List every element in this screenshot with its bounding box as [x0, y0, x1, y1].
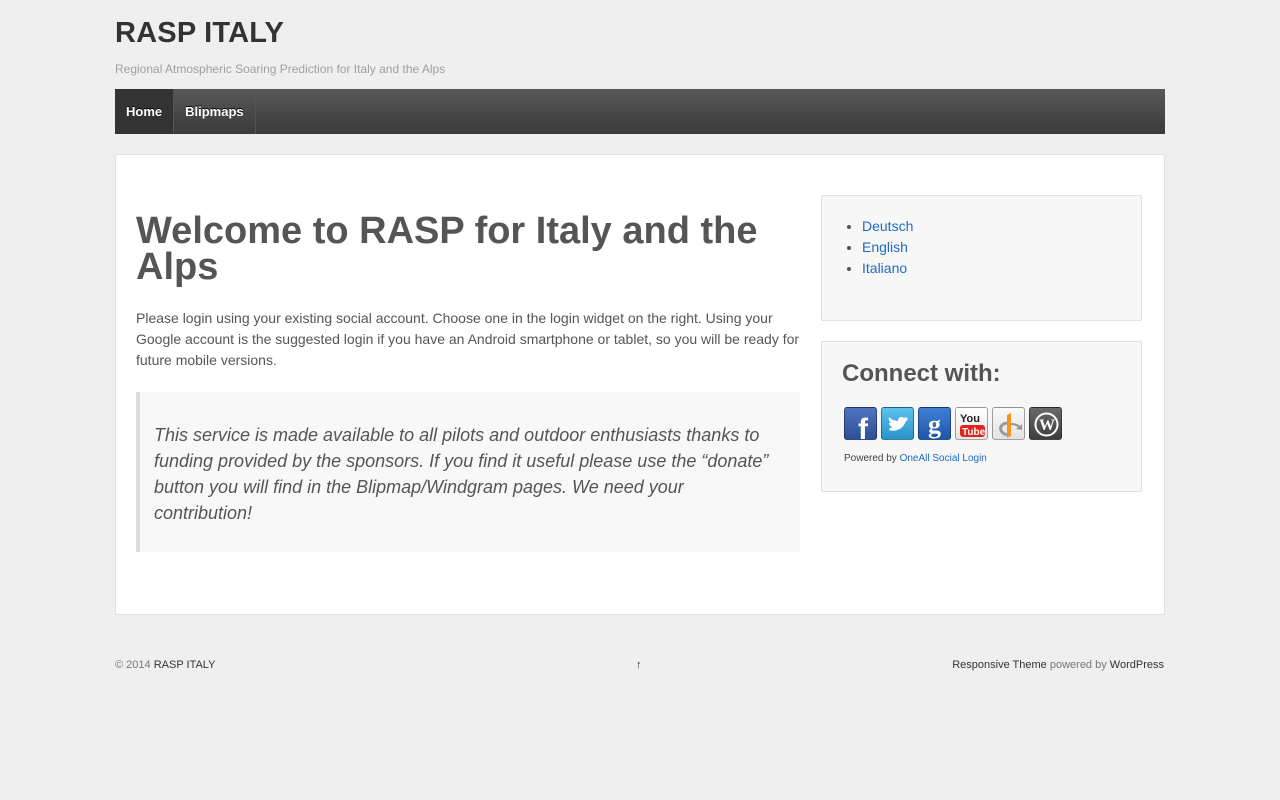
svg-text:f: f — [858, 413, 869, 440]
language-item: Italiano — [862, 258, 1141, 279]
openid-icon[interactable] — [992, 407, 1025, 440]
nav-item-blipmaps[interactable]: Blipmaps — [174, 89, 256, 134]
svg-text:Tube: Tube — [962, 427, 986, 438]
footer-credits: Responsive Theme powered by WordPress — [952, 659, 1164, 671]
powered-by-label: powered by — [1049, 659, 1107, 671]
footer-copyright: © 2014 RASP ITALY — [115, 659, 215, 671]
site-title[interactable]: RASP ITALY — [115, 17, 284, 50]
main-nav: Home Blipmaps — [115, 89, 1165, 134]
powered-prefix: Powered by — [844, 453, 897, 464]
nav-item-home[interactable]: Home — [115, 89, 175, 134]
language-link-deutsch[interactable]: Deutsch — [862, 218, 913, 234]
footer-site-link[interactable]: RASP ITALY — [154, 659, 216, 671]
powered-by-text: Powered by OneAll Social Login — [844, 453, 987, 464]
intro-text: Please login using your existing social … — [136, 310, 800, 368]
facebook-icon[interactable]: f — [844, 407, 877, 440]
page-title: Welcome to RASP for Italy and the Alps — [136, 210, 758, 288]
svg-text:g: g — [928, 410, 941, 439]
language-list: Deutsch English Italiano — [822, 216, 1141, 279]
language-widget: Deutsch English Italiano — [821, 195, 1142, 321]
site-description: Regional Atmospheric Soaring Prediction … — [115, 62, 446, 76]
back-to-top-link[interactable]: ↑ — [636, 659, 642, 671]
sponsor-quote: This service is made available to all pi… — [136, 392, 800, 552]
youtube-icon[interactable]: You Tube — [955, 407, 988, 440]
social-login-heading: Connect with: — [842, 360, 1001, 387]
language-link-italiano[interactable]: Italiano — [862, 260, 907, 276]
wordpress-icon[interactable]: W — [1029, 407, 1062, 440]
social-icons: f g You Tube W — [844, 407, 1062, 440]
copyright-text: © 2014 — [115, 659, 151, 671]
theme-link[interactable]: Responsive Theme — [952, 659, 1047, 671]
oneall-link[interactable]: OneAll Social Login — [900, 453, 987, 464]
language-link-english[interactable]: English — [862, 239, 908, 255]
google-icon[interactable]: g — [918, 407, 951, 440]
language-item: English — [862, 237, 1141, 258]
language-item: Deutsch — [862, 216, 1141, 237]
wordpress-link[interactable]: WordPress — [1110, 659, 1164, 671]
svg-text:You: You — [960, 413, 980, 425]
twitter-icon[interactable] — [881, 407, 914, 440]
social-login-widget: Connect with: f g You Tube W Powered by … — [821, 341, 1142, 492]
svg-text:W: W — [1039, 417, 1055, 434]
